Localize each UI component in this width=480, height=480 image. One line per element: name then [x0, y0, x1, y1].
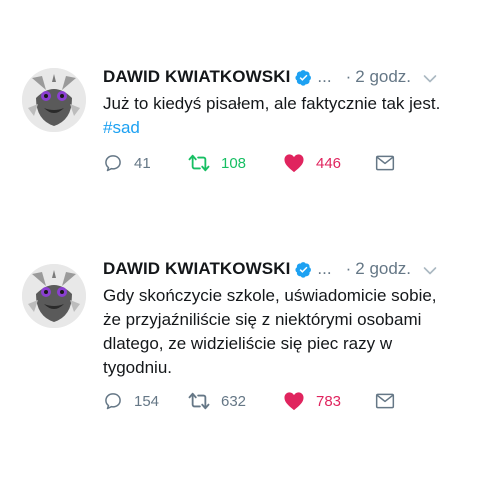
- author-name[interactable]: DAWID KWIATKOWSKI: [103, 259, 290, 279]
- like-count: 783: [316, 392, 342, 410]
- hashtag-link[interactable]: #sad: [103, 118, 140, 137]
- tweet-actions: 154 632 783: [103, 390, 403, 412]
- author-name[interactable]: DAWID KWIATKOWSKI: [103, 67, 290, 87]
- reply-count: 154: [134, 392, 160, 410]
- author-handle[interactable]: ...: [317, 67, 331, 87]
- reply-icon: [105, 393, 121, 410]
- reply-button[interactable]: 154: [103, 390, 159, 412]
- tweet-body: Już to kiedyś pisałem, ale faktycznie ta…: [103, 94, 441, 113]
- avatar[interactable]: [22, 264, 86, 328]
- reply-button[interactable]: 41: [103, 152, 151, 174]
- tweet-text: Już to kiedyś pisałem, ale faktycznie ta…: [103, 92, 463, 140]
- retweet-button[interactable]: 632: [188, 390, 246, 412]
- timestamp[interactable]: 2 godz.: [355, 67, 411, 87]
- tweet-1[interactable]: DAWID KWIATKOWSKI ... · 2 godz. Już to k…: [0, 0, 480, 200]
- verified-badge-icon: [295, 69, 312, 86]
- tweet-2[interactable]: DAWID KWIATKOWSKI ... · 2 godz. Gdy skoń…: [0, 200, 480, 480]
- retweet-icon: [188, 154, 210, 172]
- chevron-down-icon[interactable]: [423, 266, 437, 276]
- separator-dot: ·: [345, 67, 352, 86]
- avatar-image: [22, 264, 86, 328]
- message-button[interactable]: [375, 152, 395, 174]
- avatar-image: [22, 68, 86, 132]
- like-count: 446: [316, 154, 342, 172]
- message-icon: [375, 393, 395, 409]
- verified-badge-icon: [295, 261, 312, 278]
- retweet-button[interactable]: 108: [188, 152, 246, 174]
- tweet-body: Gdy skończycie szkole, uświadomicie sobi…: [103, 286, 437, 377]
- retweet-count: 108: [221, 154, 247, 172]
- chevron-down-icon[interactable]: [423, 74, 437, 84]
- message-icon: [375, 155, 395, 171]
- separator-dot: ·: [345, 259, 352, 278]
- retweet-icon: [188, 392, 210, 410]
- heart-icon: [284, 392, 304, 411]
- retweet-count: 632: [221, 392, 247, 410]
- like-button[interactable]: 783: [283, 390, 341, 412]
- heart-icon: [284, 154, 304, 173]
- like-button[interactable]: 446: [283, 152, 341, 174]
- reply-count: 41: [134, 154, 151, 172]
- avatar[interactable]: [22, 68, 86, 132]
- timestamp[interactable]: 2 godz.: [355, 259, 411, 279]
- reply-icon: [105, 155, 121, 172]
- tweet-header: DAWID KWIATKOWSKI ... · 2 godz.: [103, 66, 411, 88]
- tweet-actions: 41 108 446: [103, 152, 403, 174]
- tweet-header: DAWID KWIATKOWSKI ... · 2 godz.: [103, 258, 411, 280]
- author-handle[interactable]: ...: [317, 259, 331, 279]
- tweet-text: Gdy skończycie szkole, uświadomicie sobi…: [103, 284, 451, 380]
- message-button[interactable]: [375, 390, 395, 412]
